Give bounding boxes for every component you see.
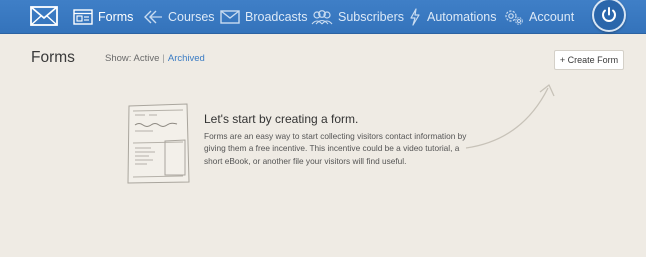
power-button[interactable] [592,0,626,32]
filter-prefix: Show: [105,53,132,64]
nav-item-label: Subscribers [338,10,404,24]
empty-state-heading: Let's start by creating a form. [204,112,359,126]
gear-icon [505,10,523,25]
nav-item-label: Broadcasts [245,10,308,24]
show-filter: Show: Active | Archived [105,53,205,64]
hand-drawn-arrow-icon [465,84,555,149]
lightning-icon [410,8,420,26]
subscribers-icon [311,10,333,25]
filter-active[interactable]: Active [134,53,160,64]
envelope-logo-icon[interactable] [30,5,58,27]
broadcast-icon [220,10,240,24]
create-form-button[interactable]: + Create Form [554,50,624,70]
filter-separator: | [162,53,165,64]
nav-item-label: Courses [168,10,215,24]
nav-item-automations[interactable]: Automations [408,0,496,34]
filter-archived-link[interactable]: Archived [168,53,205,64]
form-icon [73,9,93,25]
nav-item-subscribers[interactable]: Subscribers [311,0,404,34]
courses-icon [144,10,162,24]
page-title: Forms [31,49,75,66]
nav-item-courses[interactable]: Courses [143,0,215,34]
power-icon [602,7,616,22]
nav-item-forms[interactable]: Forms [73,0,133,34]
nav-item-account[interactable]: Account [504,0,574,34]
empty-state-description: Forms are an easy way to start collectin… [204,131,467,166]
nav-item-label: Account [529,10,575,24]
nav-item-label: Forms [98,10,134,24]
form-sketch-illustration [127,103,190,184]
top-navigation-bar: Forms Courses Broadcasts Subscribers Aut… [0,0,646,34]
nav-item-label: Automations [427,10,497,24]
nav-item-broadcasts[interactable]: Broadcasts [220,0,308,34]
